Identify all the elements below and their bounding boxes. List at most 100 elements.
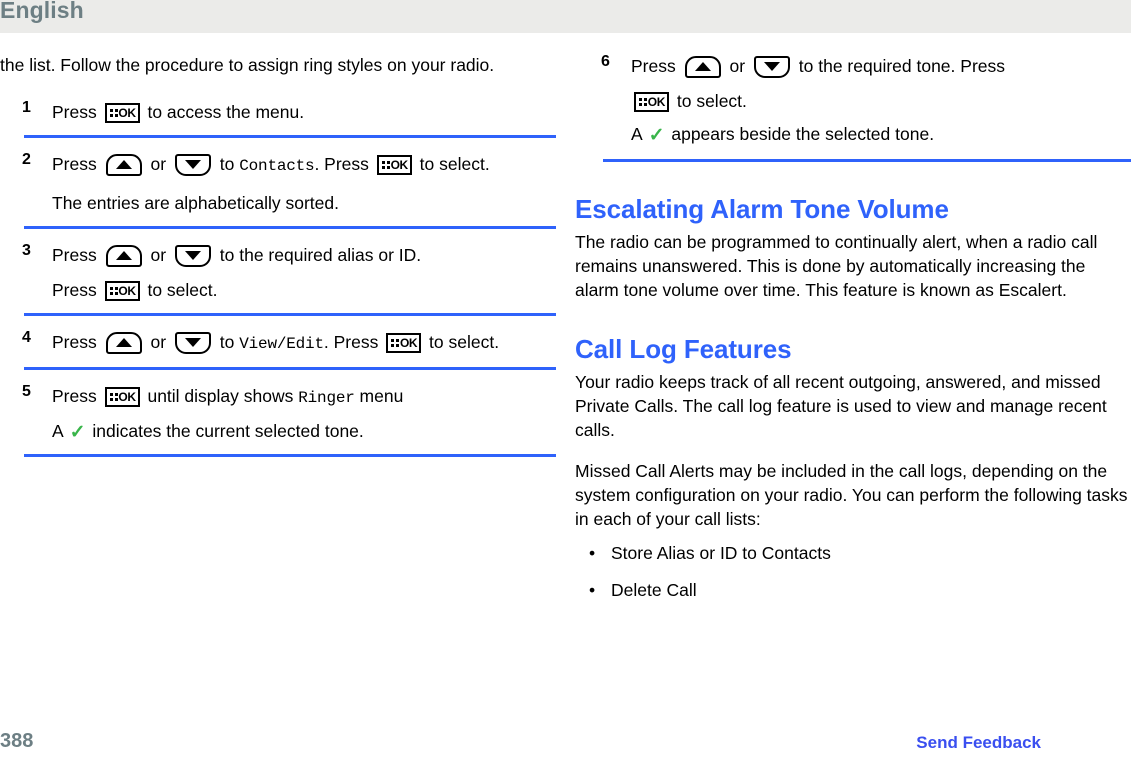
ok-key-icon: OK [104, 281, 140, 301]
step-line: Press or to View/Edit. Press OK to selec… [52, 329, 556, 358]
menu-grid-glyph [381, 161, 391, 171]
down-arrow-key-icon [174, 332, 211, 354]
up-triangle-glyph [115, 160, 132, 169]
down-triangle-glyph [184, 338, 201, 347]
step-text: to select. [142, 280, 218, 300]
step-divider [24, 313, 556, 316]
step-5: 5 Press OK until display shows Ringer me… [0, 383, 556, 445]
step-text: Press [52, 154, 102, 174]
step-body: Press or to the required tone. Press OK … [631, 53, 1131, 148]
up-arrow-key-icon [105, 332, 142, 354]
step-line: Press or to Contacts. Press OK to select… [52, 151, 556, 180]
down-triangle-glyph [184, 160, 201, 169]
page-header: English [0, 0, 1131, 33]
menu-grid-glyph [391, 339, 400, 349]
step-note: A ✓ indicates the current selected tone. [52, 418, 556, 445]
ok-key-icon: OK [634, 92, 669, 112]
step-3: 3 Press or to the required alias or ID. … [0, 242, 556, 304]
up-triangle-glyph [115, 338, 132, 347]
step-line: Press or to the required tone. Press [631, 53, 1131, 80]
up-arrow-key-icon [684, 56, 721, 78]
step-note: A ✓ appears beside the selected tone. [631, 121, 1131, 148]
up-arrow-key-icon [105, 245, 142, 267]
step-line: Press OK to access the menu. [52, 99, 556, 126]
green-check-icon: ✓ [648, 125, 665, 146]
ok-key-label: OK [647, 95, 666, 109]
send-feedback-link[interactable]: Send Feedback [916, 733, 1041, 753]
language-label: English [0, 0, 84, 23]
step-text: A [631, 124, 647, 144]
task-list: • Store Alias or ID to Contacts • Delete… [575, 541, 1131, 602]
step-4: 4 Press or to View/Edit. Press OK to sel… [0, 329, 556, 358]
step-1: 1 Press OK to access the menu. [0, 99, 556, 126]
green-check-icon: ✓ [69, 422, 86, 443]
step-text: until display shows [142, 386, 299, 406]
ok-key-label: OK [399, 336, 418, 350]
bullet-icon: • [589, 543, 596, 563]
step-text: . Press [314, 154, 374, 174]
step-line: Press OK until display shows Ringer menu [52, 383, 556, 412]
step-text: . Press [323, 332, 384, 352]
step-line: OK to select. [631, 88, 1131, 115]
menu-item-name: Ringer [298, 389, 355, 407]
down-triangle-glyph [763, 62, 780, 71]
step-body: Press OK until display shows Ringer menu… [52, 383, 556, 445]
menu-item-name: View/Edit [239, 335, 324, 353]
intro-paragraph: the list. Follow the procedure to assign… [0, 55, 495, 75]
step-text: Press [631, 56, 681, 76]
left-column: the list. Follow the procedure to assign… [0, 33, 556, 470]
step-divider [24, 135, 556, 138]
down-triangle-glyph [184, 251, 201, 260]
menu-grid-glyph [109, 393, 119, 403]
step-text: A [52, 421, 68, 441]
step-number: 5 [22, 383, 31, 400]
ok-key-icon: OK [376, 155, 412, 175]
step-text: to select. [424, 332, 500, 352]
step-text: Press [52, 245, 102, 265]
section-escalating-alarm-tone-volume: Escalating Alarm Tone Volume The radio c… [575, 192, 1131, 302]
step-divider [24, 454, 556, 457]
section-call-log-features: Call Log Features Your radio keeps track… [575, 332, 1131, 602]
step-body: Press or to Contacts. Press OK to select… [52, 151, 556, 217]
step-body: Press or to View/Edit. Press OK to selec… [52, 329, 556, 358]
step-text: indicates the current selected tone. [87, 421, 364, 441]
step-text: to the required alias or ID. [214, 245, 422, 265]
step-text: Press [52, 332, 102, 352]
step-text: appears beside the selected tone. [666, 124, 935, 144]
step-number: 2 [22, 151, 31, 168]
ok-key-label: OK [118, 284, 136, 298]
menu-grid-glyph [109, 109, 119, 119]
section-paragraph: Missed Call Alerts may be included in th… [575, 461, 1128, 529]
section-heading: Escalating Alarm Tone Volume [575, 194, 949, 224]
step-text: to select. [672, 91, 747, 111]
step-number: 4 [22, 329, 31, 346]
step-note: Press OK to select. [52, 277, 556, 304]
up-triangle-glyph [115, 251, 132, 260]
list-item: • Delete Call [575, 578, 1131, 602]
step-text: to access the menu. [142, 102, 305, 122]
list-item-label: Delete Call [611, 580, 697, 600]
step-text: to [214, 332, 240, 352]
procedure-steps-continued: 6 Press or to the required tone. Press O… [575, 53, 1131, 162]
step-number: 1 [22, 99, 31, 116]
list-item-label: Store Alias or ID to Contacts [611, 543, 831, 563]
step-number: 6 [601, 53, 610, 70]
bullet-icon: • [589, 580, 596, 600]
step-divider [24, 226, 556, 229]
step-text: or [145, 154, 171, 174]
step-text: or [724, 56, 750, 76]
ok-key-label: OK [118, 106, 136, 120]
page-content: the list. Follow the procedure to assign… [0, 33, 1131, 723]
ok-key-label: OK [390, 158, 409, 172]
up-triangle-glyph [694, 62, 711, 71]
right-column: 6 Press or to the required tone. Press O… [575, 33, 1131, 615]
step-note: The entries are alphabetically sorted. [52, 193, 339, 213]
step-6: 6 Press or to the required tone. Press O… [575, 53, 1131, 148]
step-line: Press or to the required alias or ID. [52, 242, 556, 269]
step-text: Press [52, 386, 102, 406]
page-number: 388 [0, 730, 34, 752]
menu-grid-glyph [639, 98, 648, 108]
step-text: or [145, 332, 171, 352]
down-arrow-key-icon [174, 154, 211, 176]
section-paragraph: Your radio keeps track of all recent out… [575, 372, 1107, 440]
